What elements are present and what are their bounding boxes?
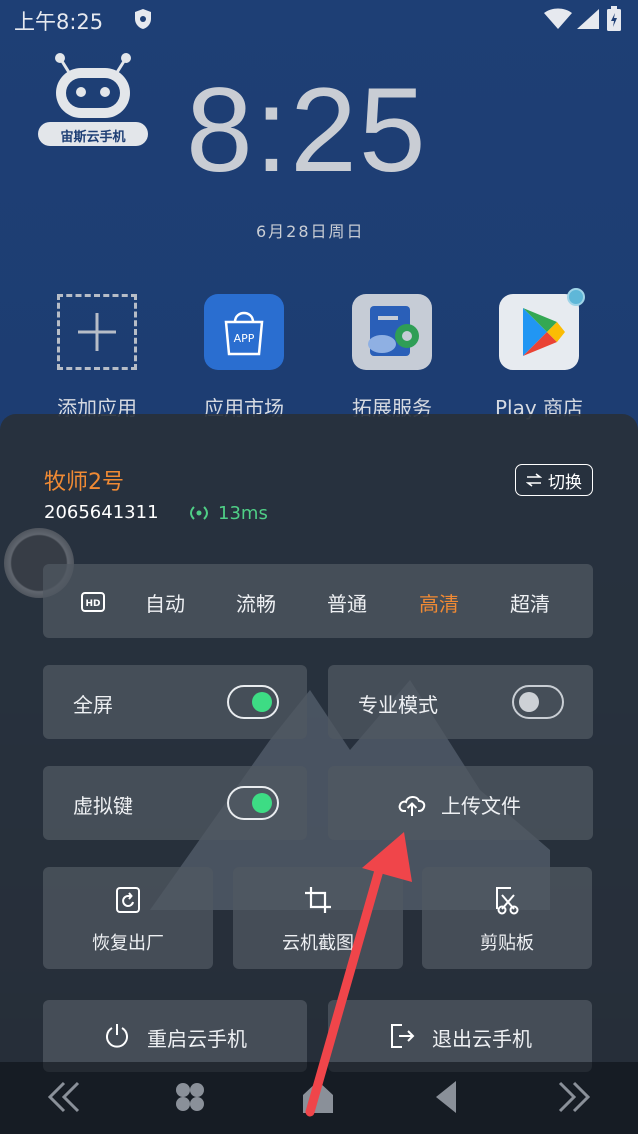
quality-option-normal[interactable]: 普通 <box>327 588 367 617</box>
app-menu-icon[interactable] <box>172 1077 208 1117</box>
factory-reset-button[interactable]: 恢复出厂 <box>43 867 213 969</box>
back-triangle-icon[interactable] <box>430 1077 466 1117</box>
factory-reset-label: 恢复出厂 <box>92 933 164 954</box>
app-market[interactable]: APP 应用市场 <box>194 294 294 421</box>
signal-wave-icon <box>190 506 208 520</box>
shield-icon <box>135 9 151 29</box>
restart-cloud-phone-label: 重启云手机 <box>147 1027 247 1051</box>
switch-device-label: 切换 <box>548 472 582 493</box>
fullscreen-toggle-card[interactable]: 全屏 <box>43 665 307 739</box>
battery-icon <box>607 6 621 31</box>
hd-icon: HD <box>81 592 105 612</box>
fullscreen-label: 全屏 <box>73 693 113 717</box>
quality-option-auto[interactable]: 自动 <box>145 588 185 617</box>
pro-mode-label: 专业模式 <box>358 693 438 717</box>
quality-option-ultra[interactable]: 超清 <box>510 588 550 617</box>
notification-dot <box>567 288 585 306</box>
status-time: 上午8:25 <box>14 10 104 34</box>
clipboard-button[interactable]: 剪贴板 <box>422 867 592 969</box>
double-chevron-right-icon[interactable] <box>556 1077 592 1117</box>
power-icon <box>106 1024 128 1048</box>
home-clock: 8:25 <box>186 63 428 197</box>
virtual-keys-toggle-card[interactable]: 虚拟键 <box>43 766 307 840</box>
play-store-icon <box>499 288 585 370</box>
extension-service-icon <box>352 294 432 370</box>
app-extension-service[interactable]: 拓展服务 <box>342 294 442 421</box>
app-market-icon-text: APP <box>233 332 255 345</box>
logo-text: 宙斯云手机 <box>60 130 126 145</box>
quality-selector: HD 自动 流畅 普通 高清 超清 <box>43 564 593 638</box>
factory-reset-icon <box>116 887 140 913</box>
pro-mode-toggle-card[interactable]: 专业模式 <box>328 665 593 739</box>
swap-arrows-icon <box>526 473 542 487</box>
red-annotation-arrow <box>305 832 412 1117</box>
status-bar: 上午8:25 <box>0 0 638 38</box>
app-logo: 宙斯云手机 <box>36 50 150 150</box>
switch-device-button[interactable]: 切换 <box>515 464 593 496</box>
upload-file-label: 上传文件 <box>441 794 521 818</box>
add-app-icon <box>57 294 137 370</box>
device-id: 2065641311 <box>44 502 159 523</box>
svg-text:HD: HD <box>85 599 100 609</box>
clipboard-scissors-icon <box>496 887 519 915</box>
cloud-upload-icon <box>398 796 426 816</box>
app-market-icon: APP <box>204 294 284 370</box>
signal-icon <box>577 9 599 29</box>
app-add-app[interactable]: 添加应用 <box>47 294 147 421</box>
virtual-keys-switch[interactable] <box>227 786 279 820</box>
double-chevron-left-icon[interactable] <box>46 1077 82 1117</box>
quality-option-smooth[interactable]: 流畅 <box>236 588 276 617</box>
app-play-store[interactable]: Play 商店 <box>489 288 589 421</box>
exit-cloud-phone-label: 退出云手机 <box>432 1027 532 1051</box>
clipboard-label: 剪贴板 <box>480 933 534 954</box>
quality-option-hd[interactable]: 高清 <box>419 588 459 617</box>
wifi-icon <box>544 8 572 29</box>
device-name: 牧师2号 <box>44 470 124 495</box>
latency-value: 13ms <box>218 503 268 524</box>
home-date: 6月28日周日 <box>256 222 365 241</box>
virtual-keys-label: 虚拟键 <box>73 794 133 818</box>
fullscreen-switch[interactable] <box>227 685 279 719</box>
pro-mode-switch[interactable] <box>512 685 564 719</box>
